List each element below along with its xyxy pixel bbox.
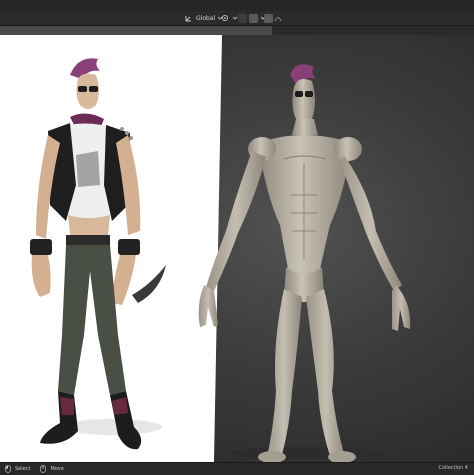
window-top-bar xyxy=(0,0,474,11)
reference-editor-header xyxy=(0,26,272,35)
proportional-editing-controls[interactable] xyxy=(262,12,283,24)
transform-orientation-label: Global xyxy=(196,14,216,22)
viewport-header: Global xyxy=(0,11,474,26)
mouse-left-icon xyxy=(3,464,13,474)
status-select-hint: Select xyxy=(3,464,30,474)
3d-viewport[interactable] xyxy=(0,35,474,462)
magnet-snap-icon[interactable] xyxy=(238,13,247,23)
status-select-label: Select xyxy=(15,466,31,472)
status-move-label: Move xyxy=(50,466,64,472)
status-collection-label: Collection 4 xyxy=(438,465,468,471)
status-bar: Select Move Collection 4 xyxy=(0,462,474,475)
mouse-middle-icon xyxy=(38,464,48,474)
falloff-curve-icon[interactable] xyxy=(273,13,283,23)
status-move-hint: Move xyxy=(38,464,64,474)
sculpt-model[interactable] xyxy=(198,64,411,462)
transform-orientation-dropdown[interactable]: Global xyxy=(184,12,225,24)
snap-target-button[interactable] xyxy=(249,13,258,23)
viewport-scene xyxy=(0,35,411,462)
axis-gizmo-icon xyxy=(184,13,194,23)
tool-settings-bar xyxy=(0,26,474,35)
proportional-edit-icon[interactable] xyxy=(264,13,273,23)
pivot-point-icon xyxy=(220,13,230,23)
